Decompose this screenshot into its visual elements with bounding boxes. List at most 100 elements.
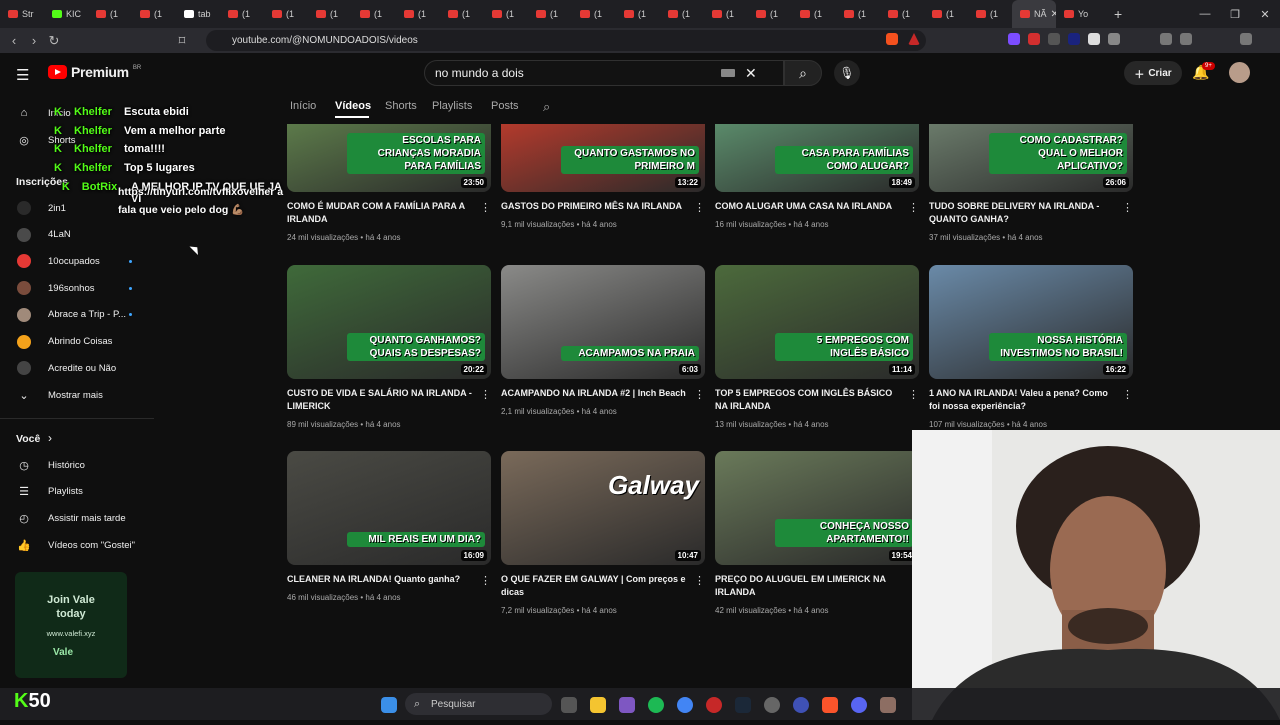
sidebar-you-item[interactable]: ◷ Histórico — [0, 452, 154, 478]
back-icon[interactable]: ‹ — [4, 33, 24, 48]
browser-tab[interactable]: (1 — [440, 0, 484, 28]
video-thumbnail[interactable]: 5 EMPREGOS COM INGLÊS BÁSICO 11:14 — [715, 265, 919, 379]
video-thumbnail[interactable]: CONHEÇA NOSSO APARTAMENTO!! 19:54 — [715, 451, 919, 565]
vpn-icon[interactable] — [1240, 33, 1252, 45]
video-thumbnail[interactable]: QUANTO GASTAMOS NO PRIMEIRO M 13:22 — [501, 124, 705, 192]
extension-icon[interactable] — [1048, 33, 1060, 45]
discord-icon[interactable] — [851, 697, 867, 713]
browser-tab[interactable]: (1 — [264, 0, 308, 28]
file-explorer-icon[interactable] — [590, 697, 606, 713]
tab-2[interactable]: Shorts — [385, 100, 417, 112]
windows-start-icon[interactable] — [381, 697, 397, 713]
video-title[interactable]: TOP 5 EMPREGOS COM INGLÊS BÁSICO NA IRLA… — [715, 387, 900, 413]
you-heading[interactable]: Você — [16, 433, 40, 445]
browser-tab[interactable]: (1 — [880, 0, 924, 28]
video-title[interactable]: PREÇO DO ALUGUEL EM LIMERICK NA IRLANDA — [715, 573, 900, 599]
chrome-icon[interactable] — [677, 697, 693, 713]
show-more-button[interactable]: ⌄ Mostrar mais — [0, 382, 154, 408]
video-thumbnail[interactable]: QUANTO GANHAMOS? QUAIS AS DESPESAS? 20:22 — [287, 265, 491, 379]
browser-tab[interactable]: KIC — [44, 0, 88, 28]
keyboard-icon[interactable] — [721, 69, 735, 77]
video-title[interactable]: GASTOS DO PRIMEIRO MÊS NA IRLANDA — [501, 200, 686, 213]
more-options-icon[interactable]: ⋮ — [694, 388, 705, 401]
sidebar-you-item[interactable]: 👍 Vídeos com "Gostei" — [0, 532, 154, 558]
video-title[interactable]: ACAMPANDO NA IRLANDA #2 | Inch Beach — [501, 387, 686, 400]
tab-3[interactable]: Playlists — [432, 100, 472, 112]
sidebar-channel[interactable]: 4LaN — [0, 222, 154, 248]
task-view-icon[interactable] — [561, 697, 577, 713]
browser-tab[interactable]: (1 — [792, 0, 836, 28]
browser-tab[interactable]: Str — [0, 0, 44, 28]
sidebar-channel[interactable]: 10ocupados — [0, 248, 154, 274]
video-title[interactable]: O QUE FAZER EM GALWAY | Com preços e dic… — [501, 573, 686, 599]
new-tab-icon[interactable]: + — [1114, 6, 1122, 22]
extension-icon[interactable] — [1028, 33, 1040, 45]
video-thumbnail[interactable]: Galway 10:47 — [501, 451, 705, 565]
brave-icon[interactable] — [822, 697, 838, 713]
browser-tab[interactable]: (1 — [704, 0, 748, 28]
browser-tab[interactable]: (1 — [616, 0, 660, 28]
more-options-icon[interactable]: ⋮ — [908, 388, 919, 401]
sidebar-channel[interactable]: Abrindo Coisas — [0, 329, 154, 355]
video-thumbnail[interactable]: ACAMPAMOS NA PRAIA 6:03 — [501, 265, 705, 379]
browser-tab[interactable]: (1 — [748, 0, 792, 28]
browser-tab[interactable]: (1 — [968, 0, 1012, 28]
more-options-icon[interactable]: ⋮ — [480, 201, 491, 214]
opera-icon[interactable] — [706, 697, 722, 713]
video-title[interactable]: CLEANER NA IRLANDA! Quanto ganha? — [287, 573, 472, 586]
steam-icon[interactable] — [735, 697, 751, 713]
close-window-icon[interactable]: ✕ — [1250, 0, 1280, 28]
more-options-icon[interactable]: ⋮ — [694, 574, 705, 587]
url-field[interactable]: youtube.com/@NOMUNDOADOIS/videos — [206, 30, 926, 51]
browser-tab[interactable]: (1 — [220, 0, 264, 28]
browser-tab[interactable]: (1 — [660, 0, 704, 28]
browser-tab[interactable]: Yo — [1056, 0, 1100, 28]
sponsor-widget[interactable]: Join Vale today www.valefi.xyz Vale — [15, 572, 127, 678]
voice-search-button[interactable]: 🎙 — [834, 60, 860, 86]
extension-icon[interactable] — [1008, 33, 1020, 45]
app-icon[interactable] — [764, 697, 780, 713]
extension-icon[interactable] — [1068, 33, 1080, 45]
sidebar-you-item[interactable]: ◴ Assistir mais tarde — [0, 505, 154, 531]
video-title[interactable]: CUSTO DE VIDA E SALÁRIO NA IRLANDA - LIM… — [287, 387, 472, 413]
brave-shield-icon[interactable] — [886, 33, 898, 45]
channel-search-icon[interactable]: ⌕ — [543, 99, 550, 115]
menu-icon[interactable]: ☰ — [16, 66, 29, 84]
reload-icon[interactable]: ↻ — [44, 33, 64, 49]
more-options-icon[interactable]: ⋮ — [480, 574, 491, 587]
maximize-icon[interactable]: ❐ — [1220, 0, 1250, 28]
search-button[interactable]: ⌕ — [784, 60, 822, 86]
app-icon[interactable] — [880, 697, 896, 713]
video-thumbnail[interactable]: COMO CADASTRAR? QUAL O MELHOR APLICATIVO… — [929, 124, 1133, 192]
video-title[interactable]: COMO É MUDAR COM A FAMÍLIA PARA A IRLAND… — [287, 200, 472, 226]
video-title[interactable]: TUDO SOBRE DELIVERY NA IRLANDA - QUANTO … — [929, 200, 1114, 226]
tab-1[interactable]: Vídeos — [335, 100, 371, 112]
sidebar-channel[interactable]: Abrace a Trip - P... — [0, 302, 154, 328]
browser-tab[interactable]: (1 — [924, 0, 968, 28]
youtube-logo[interactable]: Premium BR — [48, 64, 141, 80]
video-thumbnail[interactable]: MIL REAIS EM UM DIA? 16:09 — [287, 451, 491, 565]
browser-tab[interactable]: tab — [176, 0, 220, 28]
avatar[interactable] — [1229, 62, 1250, 83]
taskbar-search[interactable]: Pesquisar — [405, 693, 552, 715]
media-icon[interactable] — [1160, 33, 1172, 45]
clear-search-icon[interactable]: ✕ — [745, 65, 757, 82]
tab-4[interactable]: Posts — [491, 100, 519, 112]
more-options-icon[interactable]: ⋮ — [694, 201, 705, 214]
sidebar-channel[interactable]: Acredite ou Não — [0, 355, 154, 381]
sidebar-icon[interactable] — [1180, 33, 1192, 45]
browser-tab[interactable]: (1 — [528, 0, 572, 28]
sidebar-channel[interactable]: 196sonhos — [0, 275, 154, 301]
browser-tab[interactable]: (1 — [484, 0, 528, 28]
more-options-icon[interactable]: ⋮ — [480, 388, 491, 401]
video-thumbnail[interactable]: CASA PARA FAMÍLIAS COMO ALUGAR? 18:49 — [715, 124, 919, 192]
search-input[interactable]: no mundo a dois ✕ — [424, 60, 784, 86]
spotify-icon[interactable] — [648, 697, 664, 713]
app-icon[interactable] — [793, 697, 809, 713]
extensions-puzzle-icon[interactable] — [1108, 33, 1120, 45]
browser-tab[interactable]: NÃ ✕ — [1012, 0, 1056, 28]
tab-0[interactable]: Início — [290, 100, 316, 112]
create-button[interactable]: ＋ Criar — [1124, 61, 1182, 85]
more-options-icon[interactable]: ⋮ — [1122, 388, 1133, 401]
browser-tab[interactable]: (1 — [88, 0, 132, 28]
